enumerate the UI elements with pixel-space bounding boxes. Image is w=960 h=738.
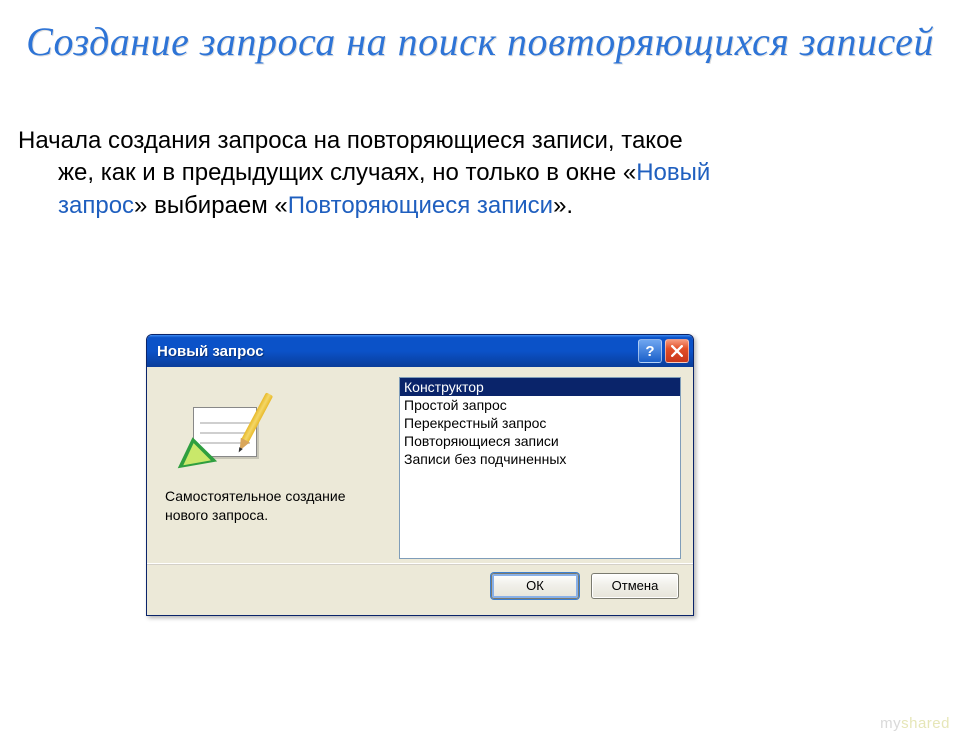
listbox-option[interactable]: Конструктор — [400, 378, 680, 396]
listbox-option[interactable]: Простой запрос — [400, 396, 680, 414]
close-button[interactable] — [665, 339, 689, 363]
text-line: ». — [553, 192, 573, 219]
watermark-part: shared — [901, 715, 950, 732]
slide-body-text: Начала создания запроса на повторяющиеся… — [18, 125, 950, 222]
dialog-title: Новый запрос — [157, 343, 635, 360]
text-line: Начала создания запроса на повторяющиеся… — [18, 127, 683, 154]
dialog-titlebar[interactable]: Новый запрос ? — [147, 335, 693, 367]
watermark: myshared — [880, 715, 950, 732]
ok-button[interactable]: ОК — [491, 573, 579, 599]
query-type-listbox[interactable]: КонструкторПростой запросПерекрестный за… — [399, 377, 681, 559]
highlight-text: Повторяющиеся записи — [288, 192, 553, 219]
highlight-text: запрос — [58, 192, 134, 219]
text-line: же, как и в предыдущих случаях, но тольк… — [58, 159, 636, 186]
wizard-description: Самостоятельное создание нового запроса. — [165, 487, 387, 525]
highlight-text: Новый — [636, 159, 710, 186]
slide-title: Создание запроса на поиск повторяющихся … — [0, 18, 960, 65]
help-button[interactable]: ? — [638, 339, 662, 363]
close-icon — [671, 345, 683, 357]
listbox-option[interactable]: Повторяющиеся записи — [400, 432, 680, 450]
wizard-icon — [175, 397, 265, 469]
help-icon: ? — [645, 343, 654, 360]
listbox-option[interactable]: Записи без подчиненных — [400, 450, 680, 468]
cancel-button[interactable]: Отмена — [591, 573, 679, 599]
new-query-dialog: Новый запрос ? Самостоятельное создание … — [146, 334, 694, 616]
text-line: » выбираем « — [134, 192, 288, 219]
watermark-part: my — [880, 715, 901, 732]
listbox-option[interactable]: Перекрестный запрос — [400, 414, 680, 432]
